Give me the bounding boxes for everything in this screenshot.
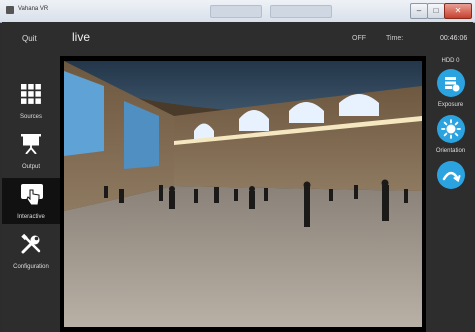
tools-icon xyxy=(21,234,41,254)
app-window: Quit live OFF Time: 00:46:06 Sources Out… xyxy=(2,22,473,332)
quit-button[interactable]: Quit xyxy=(22,34,37,43)
side-nav: Sources Output Interactive Configuration xyxy=(2,56,60,332)
rotate-button[interactable] xyxy=(437,161,465,189)
mode-title: live xyxy=(72,30,91,44)
exposure-label: Exposure xyxy=(437,102,464,108)
nav-item-label: Output xyxy=(21,164,40,170)
camera-preview[interactable] xyxy=(60,56,426,332)
header-bar: Quit live OFF Time: 00:46:06 xyxy=(2,22,473,56)
nav-item-output[interactable]: Output xyxy=(2,128,60,174)
right-panel: HDD 0 Exposure Orientation xyxy=(428,56,473,332)
background-tab xyxy=(210,5,262,18)
nav-item-configuration[interactable]: Configuration xyxy=(2,228,60,274)
window-title: Vahana VR xyxy=(18,6,49,12)
close-button[interactable]: ✕ xyxy=(444,3,472,19)
nav-item-label: Configuration xyxy=(13,264,49,270)
hdd-label: HDD 0 xyxy=(441,58,460,64)
nav-item-interactive[interactable]: Interactive xyxy=(2,178,60,224)
sun-icon xyxy=(441,119,461,139)
orientation-button[interactable] xyxy=(437,115,465,143)
hand-pointer-icon xyxy=(21,184,43,206)
minimize-button[interactable]: – xyxy=(410,3,428,19)
time-value: 00:46:06 xyxy=(440,35,468,42)
background-tab xyxy=(270,5,332,18)
grid-icon xyxy=(21,84,41,104)
exposure-button[interactable] xyxy=(437,69,465,97)
exposure-settings-icon xyxy=(445,77,460,92)
record-state-toggle[interactable]: OFF xyxy=(352,35,366,42)
rotate-arc-icon xyxy=(442,171,461,183)
nav-item-label: Interactive xyxy=(17,214,45,220)
nav-item-label: Sources xyxy=(19,114,42,120)
orientation-label: Orientation xyxy=(435,148,466,154)
nav-item-sources[interactable]: Sources xyxy=(2,78,60,124)
time-label: Time: xyxy=(386,35,404,42)
app-icon xyxy=(6,6,14,14)
panorama-image xyxy=(64,61,422,327)
window-title-bar[interactable]: Vahana VR – □ ✕ xyxy=(0,0,475,23)
maximize-button[interactable]: □ xyxy=(427,3,445,19)
projector-screen-icon xyxy=(21,134,41,154)
